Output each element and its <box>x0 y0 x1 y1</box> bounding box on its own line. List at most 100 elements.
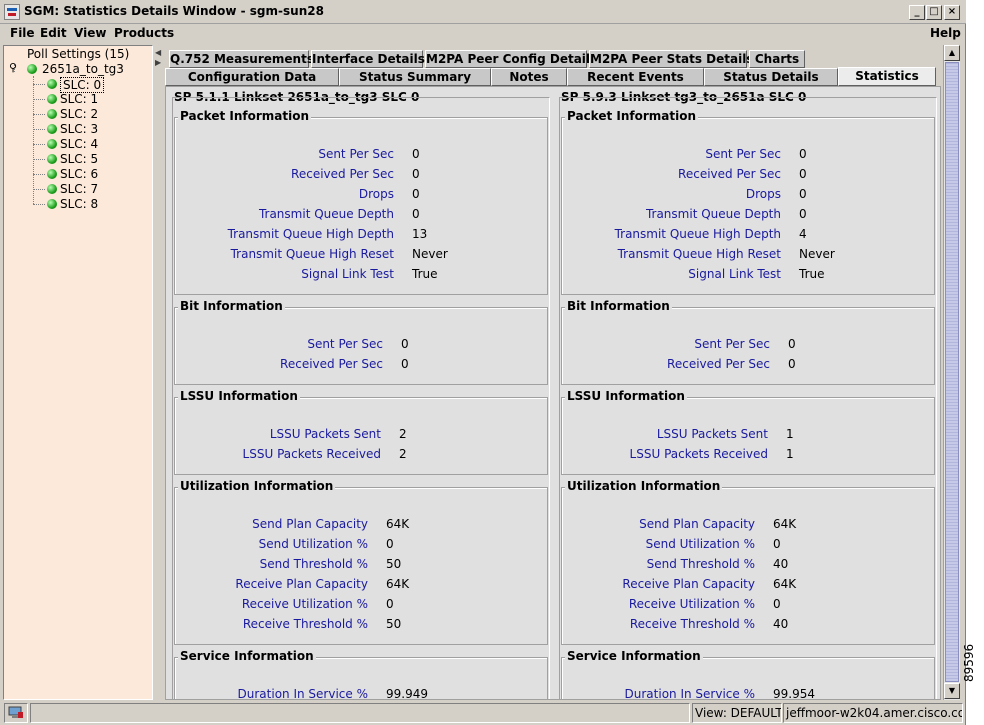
stat-label: Received Per Sec <box>291 167 394 181</box>
group-title: Bit Information <box>565 299 672 313</box>
tree-slc-item[interactable]: SLC: 5 <box>60 152 98 166</box>
expand-right-icon[interactable]: ▶ <box>155 58 161 67</box>
stat-label: Transmit Queue Depth <box>258 207 394 221</box>
stat-value: 0 <box>412 187 420 201</box>
tree-slc-item[interactable]: SLC: 0 <box>60 77 105 93</box>
stat-value: 1 <box>786 427 794 441</box>
tree-slc-item[interactable]: SLC: 6 <box>60 167 98 181</box>
stat-label: Receive Plan Capacity <box>622 577 755 591</box>
close-button[interactable]: × <box>944 5 960 20</box>
stat-value: 99.954 <box>773 687 815 700</box>
group-title: Packet Information <box>178 109 312 123</box>
menu-products[interactable]: Products <box>114 26 174 40</box>
group-title: Bit Information <box>178 299 285 313</box>
stat-value: 1 <box>786 447 794 461</box>
stat-label: LSSU Packets Received <box>629 447 768 461</box>
tab-notes[interactable]: Notes <box>491 68 567 86</box>
menu-file[interactable]: File <box>10 26 35 40</box>
stat-label: Send Plan Capacity <box>639 517 755 531</box>
tab-status-summary[interactable]: Status Summary <box>339 68 491 86</box>
statistics-panel: SP 5.1.1 Linkset 2651a_to_tg3 SLC 0 Packe… <box>165 86 941 700</box>
status-message <box>30 703 690 723</box>
tree-linkset[interactable]: 2651a_to_tg3 <box>42 62 124 76</box>
scroll-up-icon[interactable]: ▲ <box>944 45 960 61</box>
scroll-thumb[interactable] <box>945 62 959 682</box>
stat-value: 64K <box>773 517 797 531</box>
stat-label: Receive Plan Capacity <box>235 577 368 591</box>
stat-value: 0 <box>412 207 420 221</box>
splitter[interactable]: ◀ ▶ <box>153 45 163 700</box>
stat-label: Drops <box>745 187 781 201</box>
stat-label: Sent Per Sec <box>318 147 394 161</box>
maximize-button[interactable]: □ <box>926 5 942 20</box>
stat-label: LSSU Packets Sent <box>656 427 768 441</box>
menu-help[interactable]: Help <box>930 26 961 40</box>
tree-slc-item[interactable]: SLC: 1 <box>60 92 98 106</box>
tab-m2pa-peer-config-details[interactable]: M2PA Peer Config Details <box>425 50 597 68</box>
stat-label: LSSU Packets Received <box>242 447 381 461</box>
status-ok-icon <box>47 124 57 134</box>
collapse-left-icon[interactable]: ◀ <box>155 48 161 57</box>
stat-label: Drops <box>358 187 394 201</box>
stat-label: Send Plan Capacity <box>252 517 368 531</box>
status-ok-icon <box>47 169 57 179</box>
stat-label: Received Per Sec <box>667 357 770 371</box>
stat-value: True <box>412 267 438 281</box>
navigation-tree: Poll Settings (15) ⚲ 2651a_to_tg3 SLC: 0… <box>3 45 153 700</box>
status-view: View: DEFAULT <box>692 703 782 723</box>
tab-recent-events[interactable]: Recent Events <box>567 68 704 86</box>
vertical-scrollbar[interactable]: ▲ ▼ <box>943 45 960 700</box>
stat-label: Sent Per Sec <box>694 337 770 351</box>
group-title: Packet Information <box>565 109 699 123</box>
tab-m2pa-peer-stats-details[interactable]: M2PA Peer Stats Details <box>589 50 753 68</box>
stat-value: 13 <box>412 227 428 241</box>
tab-q752-measurements[interactable]: Q.752 Measurements <box>169 50 314 68</box>
status-ok-icon <box>47 154 57 164</box>
menu-edit[interactable]: Edit <box>40 26 67 40</box>
stat-value: 0 <box>799 147 807 161</box>
minimize-button[interactable]: _ <box>909 5 925 20</box>
stat-label: Receive Utilization % <box>241 597 368 611</box>
stat-value: 99.949 <box>386 687 428 700</box>
tree-slc-item[interactable]: SLC: 8 <box>60 197 98 211</box>
tree-slc-item[interactable]: SLC: 2 <box>60 107 98 121</box>
group-title: Service Information <box>178 649 316 663</box>
stat-label: Sent Per Sec <box>705 147 781 161</box>
status-ok-icon <box>47 199 57 209</box>
figure-id: 89596 <box>962 643 976 682</box>
tree-expand-icon[interactable]: ⚲ <box>9 61 17 74</box>
stat-label: Sent Per Sec <box>307 337 383 351</box>
group-title: Utilization Information <box>178 479 336 493</box>
tree-slc-item[interactable]: SLC: 3 <box>60 122 98 136</box>
stat-label: Send Utilization % <box>258 537 368 551</box>
tab-charts[interactable]: Charts <box>749 50 805 68</box>
stat-label: LSSU Packets Sent <box>269 427 381 441</box>
stat-value: 50 <box>386 557 402 571</box>
stat-value: Never <box>799 247 835 261</box>
tree-slc-item[interactable]: SLC: 7 <box>60 182 98 196</box>
stat-label: Receive Threshold % <box>629 617 755 631</box>
tab-configuration-data[interactable]: Configuration Data <box>165 68 339 86</box>
group-title: Service Information <box>565 649 703 663</box>
tree-root-poll-settings[interactable]: Poll Settings (15) <box>27 47 129 61</box>
app-icon <box>4 4 20 20</box>
stat-value: 50 <box>386 617 402 631</box>
stat-value: 0 <box>401 357 409 371</box>
status-ok-icon <box>47 109 57 119</box>
tab-statistics[interactable]: Statistics <box>838 67 936 86</box>
tree-slc-item[interactable]: SLC: 4 <box>60 137 98 151</box>
stat-label: Receive Threshold % <box>242 617 368 631</box>
tab-interface-details[interactable]: Interface Details <box>311 50 425 68</box>
stat-value: 64K <box>386 577 410 591</box>
stat-value: 0 <box>788 337 796 351</box>
stat-value: 2 <box>399 447 407 461</box>
stat-value: 40 <box>773 557 789 571</box>
stat-value: 4 <box>799 227 807 241</box>
stat-value: True <box>799 267 825 281</box>
tab-status-details[interactable]: Status Details <box>704 68 838 86</box>
scroll-down-icon[interactable]: ▼ <box>944 683 960 699</box>
stat-label: Signal Link Test <box>301 267 394 281</box>
stat-value: 64K <box>386 517 410 531</box>
stat-label: Duration In Service % <box>237 687 368 700</box>
menu-view[interactable]: View <box>74 26 106 40</box>
